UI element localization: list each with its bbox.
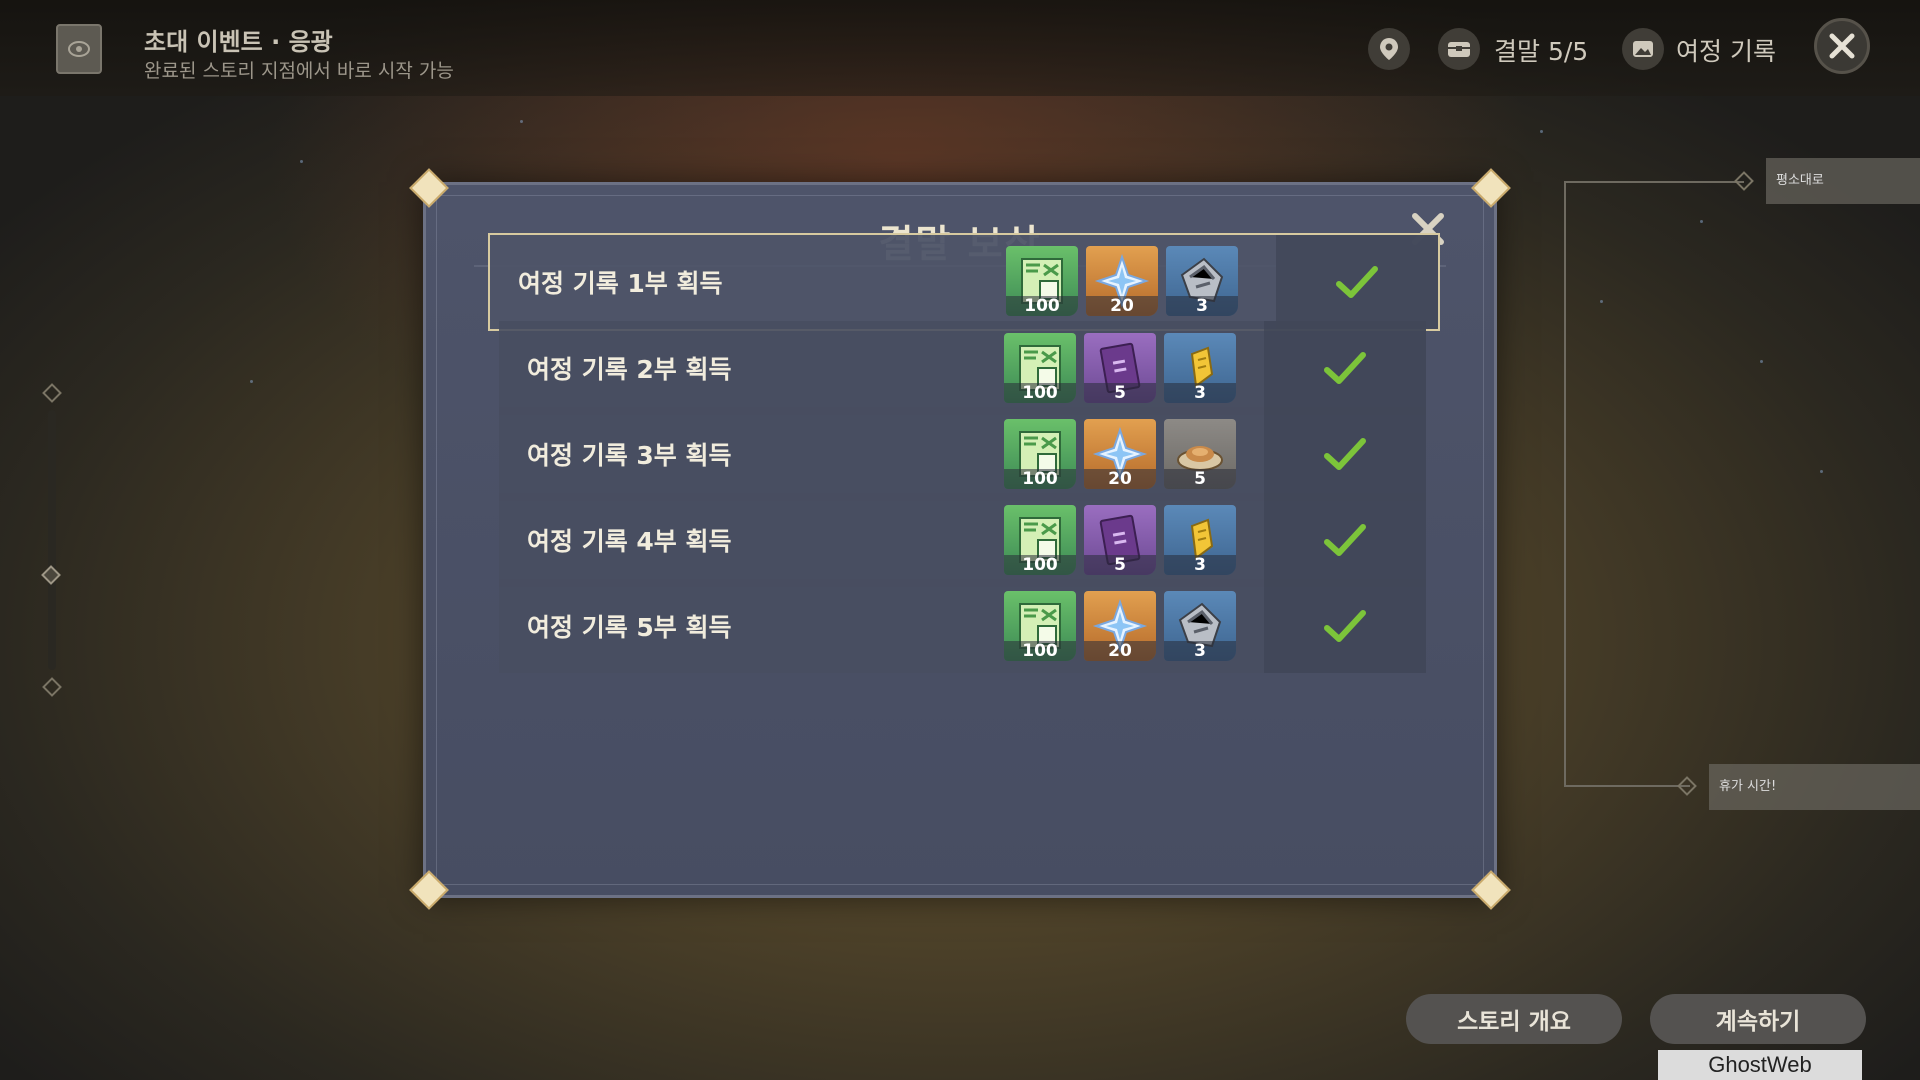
continue-button[interactable]: 계속하기 <box>1650 994 1866 1044</box>
reward-item-count: 100 <box>1004 555 1076 575</box>
close-icon <box>1829 33 1855 59</box>
reward-items: 100 20 3 <box>1004 591 1236 661</box>
ending-rewards-modal: 결말 보상 여정 기록 1부 획득100203여정 기록 2부 획득10053여… <box>423 182 1497 898</box>
reward-item-count: 5 <box>1164 469 1236 489</box>
reward-item-count: 100 <box>1004 641 1076 661</box>
close-button[interactable] <box>1814 18 1870 74</box>
reward-items: 100 20 5 <box>1004 419 1236 489</box>
reward-item-count: 20 <box>1084 469 1156 489</box>
reward-item[interactable]: 3 <box>1164 333 1236 403</box>
reward-item-count: 3 <box>1164 555 1236 575</box>
reward-row-label: 여정 기록 1부 획득 <box>518 269 723 298</box>
reward-item[interactable]: 100 <box>1006 246 1078 316</box>
slider-bottom-marker <box>42 677 62 697</box>
event-book-icon <box>56 24 102 74</box>
reward-item-count: 100 <box>1006 296 1078 316</box>
photo-album-icon[interactable] <box>1622 28 1664 70</box>
reward-item[interactable]: 100 <box>1004 505 1076 575</box>
reward-row: 여정 기록 5부 획득 100 20 3 <box>499 579 1426 673</box>
reward-items: 100 20 3 <box>1006 246 1238 316</box>
reward-items: 100 5 3 <box>1004 505 1236 575</box>
branch-node-top[interactable] <box>1734 171 1754 191</box>
chest-icon[interactable] <box>1438 28 1480 70</box>
reward-row-label: 여정 기록 3부 획득 <box>527 441 732 470</box>
reward-item-count: 20 <box>1084 641 1156 661</box>
checkmark-icon <box>1324 524 1366 556</box>
checkmark-icon <box>1324 438 1366 470</box>
reward-row-label: 여정 기록 2부 획득 <box>527 355 732 384</box>
timeline-slider-track[interactable] <box>48 410 56 670</box>
journey-record-link[interactable]: 여정 기록 <box>1676 32 1776 68</box>
reward-item[interactable]: 20 <box>1084 591 1156 661</box>
branch-node-bottom[interactable] <box>1677 776 1697 796</box>
story-overview-button[interactable]: 스토리 개요 <box>1406 994 1622 1044</box>
reward-item[interactable]: 5 <box>1164 419 1236 489</box>
reward-item-count: 3 <box>1166 296 1238 316</box>
reward-row: 여정 기록 1부 획득 100 20 3 <box>488 233 1440 331</box>
branch-line-top <box>1564 181 1744 183</box>
checkmark-icon <box>1324 610 1366 642</box>
watermark: GhostWeb <box>1658 1050 1862 1080</box>
reward-item-count: 100 <box>1004 469 1076 489</box>
reward-item[interactable]: 100 <box>1004 419 1076 489</box>
reward-item[interactable]: 3 <box>1164 591 1236 661</box>
reward-item[interactable]: 3 <box>1164 505 1236 575</box>
reward-item-count: 100 <box>1004 383 1076 403</box>
reward-item[interactable]: 5 <box>1084 505 1156 575</box>
reward-item-count: 3 <box>1164 641 1236 661</box>
reward-row-label: 여정 기록 5부 획득 <box>527 613 732 642</box>
top-bar: 초대 이벤트 · 응광 완료된 스토리 지점에서 바로 시작 가능 결말 5/5… <box>0 0 1920 96</box>
claimed-status <box>1264 321 1426 415</box>
claimed-status <box>1264 579 1426 673</box>
slider-top-marker <box>42 383 62 403</box>
map-pin-icon[interactable] <box>1368 28 1410 70</box>
reward-item-count: 5 <box>1084 383 1156 403</box>
reward-item-count: 20 <box>1086 296 1158 316</box>
branch-line-bottom <box>1564 785 1690 787</box>
claimed-status <box>1264 407 1426 501</box>
reward-item[interactable]: 3 <box>1166 246 1238 316</box>
branch-label-top[interactable]: 평소대로 <box>1766 158 1920 204</box>
reward-items: 100 5 3 <box>1004 333 1236 403</box>
reward-item-count: 3 <box>1164 383 1236 403</box>
checkmark-icon <box>1336 266 1378 298</box>
reward-row-label: 여정 기록 4부 획득 <box>527 527 732 556</box>
claimed-status <box>1264 493 1426 587</box>
event-title: 초대 이벤트 · 응광 <box>144 28 333 56</box>
reward-row: 여정 기록 4부 획득 100 5 3 <box>499 493 1426 587</box>
endings-count[interactable]: 결말 5/5 <box>1494 32 1588 68</box>
reward-item[interactable]: 100 <box>1004 333 1076 403</box>
reward-row: 여정 기록 2부 획득 100 5 3 <box>499 321 1426 415</box>
claimed-status <box>1276 235 1438 329</box>
reward-item[interactable]: 5 <box>1084 333 1156 403</box>
reward-item[interactable]: 100 <box>1004 591 1076 661</box>
branch-label-bottom[interactable]: 휴가 시간! <box>1709 764 1920 810</box>
reward-item[interactable]: 20 <box>1086 246 1158 316</box>
checkmark-icon <box>1324 352 1366 384</box>
event-subtitle: 완료된 스토리 지점에서 바로 시작 가능 <box>144 60 454 82</box>
reward-item[interactable]: 20 <box>1084 419 1156 489</box>
reward-item-count: 5 <box>1084 555 1156 575</box>
slider-handle[interactable] <box>41 565 61 585</box>
reward-row: 여정 기록 3부 획득 100 20 5 <box>499 407 1426 501</box>
branch-line-vertical <box>1564 181 1566 787</box>
